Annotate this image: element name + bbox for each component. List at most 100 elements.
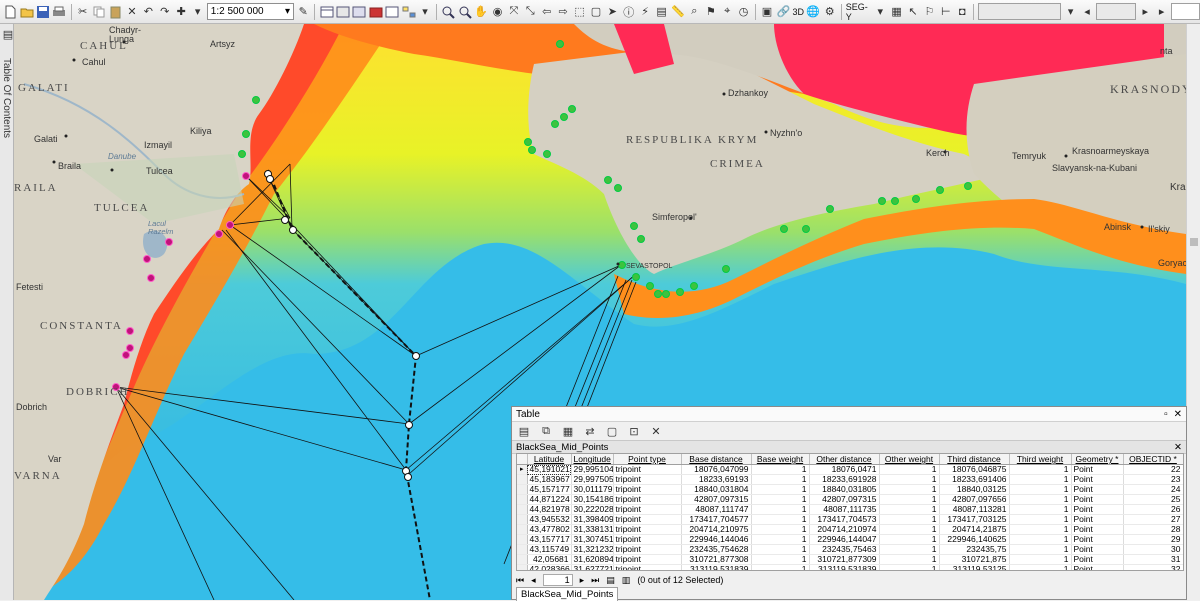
table-cell[interactable]: 30,011179 [571, 484, 614, 495]
previous-record-icon[interactable]: ◂ [531, 575, 536, 586]
cursor-icon[interactable]: ↖ [906, 4, 920, 20]
row-selector[interactable] [517, 544, 528, 555]
model-builder-icon[interactable] [401, 4, 416, 20]
new-document-icon[interactable] [3, 4, 17, 20]
restore-icon[interactable]: ▫ [1164, 409, 1168, 420]
table-cell[interactable]: Point [1071, 494, 1124, 505]
column-header[interactable]: Longitude [571, 454, 614, 465]
table-cell[interactable]: 1 [1009, 464, 1072, 475]
table-icon[interactable] [319, 4, 334, 20]
table-row[interactable]: 45,183967 29,997505 tripoint 18233,69193 1 18… [517, 474, 1183, 485]
toc-strip[interactable]: ▤ Table Of Contents [0, 24, 14, 600]
delete-icon[interactable]: ✕ [125, 4, 139, 20]
table-cell[interactable]: 1 [1009, 564, 1072, 570]
search-window-icon[interactable] [352, 4, 366, 20]
table-cell[interactable]: 31,321232 [571, 544, 614, 555]
table-cell[interactable]: 29,997505 [571, 474, 614, 485]
flag-icon[interactable]: ⚐ [922, 4, 936, 20]
table-cell[interactable]: 31 [1123, 554, 1183, 565]
table-cell[interactable]: 18233,69193 [681, 474, 752, 485]
create-viewer-icon[interactable]: ▣ [760, 4, 774, 20]
table-cell[interactable]: Point [1071, 514, 1124, 525]
table-cell[interactable]: 45,183967 [527, 474, 572, 485]
table-cell[interactable]: 43,477802 [527, 524, 572, 535]
find-icon[interactable]: ⌕ [687, 4, 701, 20]
pan-icon[interactable]: ✋ [474, 4, 488, 20]
table-cell[interactable]: 29 [1123, 534, 1183, 545]
clear-selection-icon[interactable]: ▢ [604, 423, 620, 439]
table-cell[interactable]: 1 [879, 564, 940, 570]
column-header[interactable]: Latitude [527, 454, 572, 465]
table-cell[interactable]: Point [1071, 464, 1124, 475]
table-cell[interactable]: 229946,140625 [939, 534, 1010, 545]
undo-icon[interactable]: ↶ [141, 4, 155, 20]
table-cell[interactable]: 232435,75 [939, 544, 1010, 555]
dropdown-icon[interactable]: ▾ [418, 4, 432, 20]
table-row[interactable]: 43,945532 31,398409 tripoint 173417,704577 1… [517, 514, 1183, 525]
table-cell[interactable]: 1 [1009, 474, 1072, 485]
table-cell[interactable]: 204714,210975 [681, 524, 752, 535]
table-cell[interactable]: 43,115749 [527, 544, 572, 555]
time-slider-icon[interactable]: ◷ [736, 4, 750, 20]
seg-y-menu[interactable]: SEG-Y [846, 2, 871, 22]
table-cell[interactable]: 173417,704573 [809, 514, 880, 525]
table-cell[interactable]: 48087,113281 [939, 504, 1010, 515]
table-cell[interactable]: 18076,047099 [681, 464, 752, 475]
table-cell[interactable]: 25 [1123, 494, 1183, 505]
fixed-zoom-in-icon[interactable]: ⤧ [507, 4, 521, 20]
table-cell[interactable]: 18840,03125 [939, 484, 1010, 495]
table-cell[interactable]: tripoint [613, 464, 682, 475]
table-cell[interactable]: 43,157717 [527, 534, 572, 545]
table-cell[interactable]: Point [1071, 554, 1124, 565]
table-cell[interactable]: 229946,144047 [809, 534, 880, 545]
table-cell[interactable]: 1 [751, 534, 810, 545]
table-cell[interactable]: 1 [751, 544, 810, 555]
map-scale-combo[interactable]: 1:2 500 000 ▾ [206, 3, 295, 20]
map-vertical-scrollbar[interactable] [1186, 24, 1200, 600]
table-row[interactable]: ▸ 45,191021 29,995104 tripoint 18076,047099 1… [517, 464, 1183, 475]
table-cell[interactable]: tripoint [613, 534, 682, 545]
table-cell[interactable]: 22 [1123, 464, 1183, 475]
table-cell[interactable]: 313119,531839 [809, 564, 880, 570]
table-cell[interactable]: 45,157177 [527, 484, 572, 495]
table-cell[interactable]: Point [1071, 504, 1124, 515]
table-cell[interactable]: 1 [879, 524, 940, 535]
table-layer-tab[interactable]: BlackSea_Mid_Points ✕ [512, 440, 1186, 454]
table-cell[interactable]: 1 [879, 544, 940, 555]
switch-selection-icon[interactable]: ⇄ [582, 423, 598, 439]
delete-selected-icon[interactable]: ✕ [648, 423, 664, 439]
related-tables-icon[interactable]: ⧉ [538, 423, 554, 439]
measure-icon[interactable]: 📏 [671, 4, 685, 20]
table-cell[interactable]: tripoint [613, 544, 682, 555]
table-cell[interactable]: 42,05681 [527, 554, 572, 565]
table-cell[interactable]: 310721,877309 [809, 554, 880, 565]
paste-icon[interactable] [108, 4, 122, 20]
table-cell[interactable]: 1 [879, 534, 940, 545]
table-cell[interactable]: 1 [1009, 544, 1072, 555]
table-cell[interactable]: Point [1071, 524, 1124, 535]
column-header[interactable]: Third distance [939, 454, 1010, 465]
current-record-input[interactable]: 1 [542, 574, 573, 586]
table-cell[interactable]: 1 [1009, 504, 1072, 515]
3d-button[interactable]: 3D [793, 7, 805, 17]
table-cell[interactable]: 204714,21875 [939, 524, 1010, 535]
table-cell[interactable]: 232435,75463 [809, 544, 880, 555]
table-cell[interactable]: 229946,144046 [681, 534, 752, 545]
table-cell[interactable]: 1 [751, 464, 810, 475]
table-cell[interactable]: 31,398409 [571, 514, 614, 525]
first-record-icon[interactable]: ⏮ [516, 575, 524, 586]
table-cell[interactable]: Point [1071, 484, 1124, 495]
table-cell[interactable]: tripoint [613, 504, 682, 515]
table-row[interactable]: 42,05681 31,620894 tripoint 310721,877308 1 3… [517, 554, 1183, 565]
table-cell[interactable]: 30,154186 [571, 494, 614, 505]
table-cell[interactable]: tripoint [613, 554, 682, 565]
zoom-out-icon[interactable] [458, 4, 472, 20]
table-cell[interactable]: 232435,754628 [681, 544, 752, 555]
seg-import-icon[interactable]: ▦ [889, 4, 903, 20]
nav-right-icon[interactable]: ▸ [1138, 4, 1152, 20]
value-input[interactable] [1170, 3, 1200, 20]
print-icon[interactable] [52, 4, 66, 20]
table-cell[interactable]: 310721,875 [939, 554, 1010, 565]
table-cell[interactable]: 1 [1009, 494, 1072, 505]
table-cell[interactable]: 204714,210974 [809, 524, 880, 535]
